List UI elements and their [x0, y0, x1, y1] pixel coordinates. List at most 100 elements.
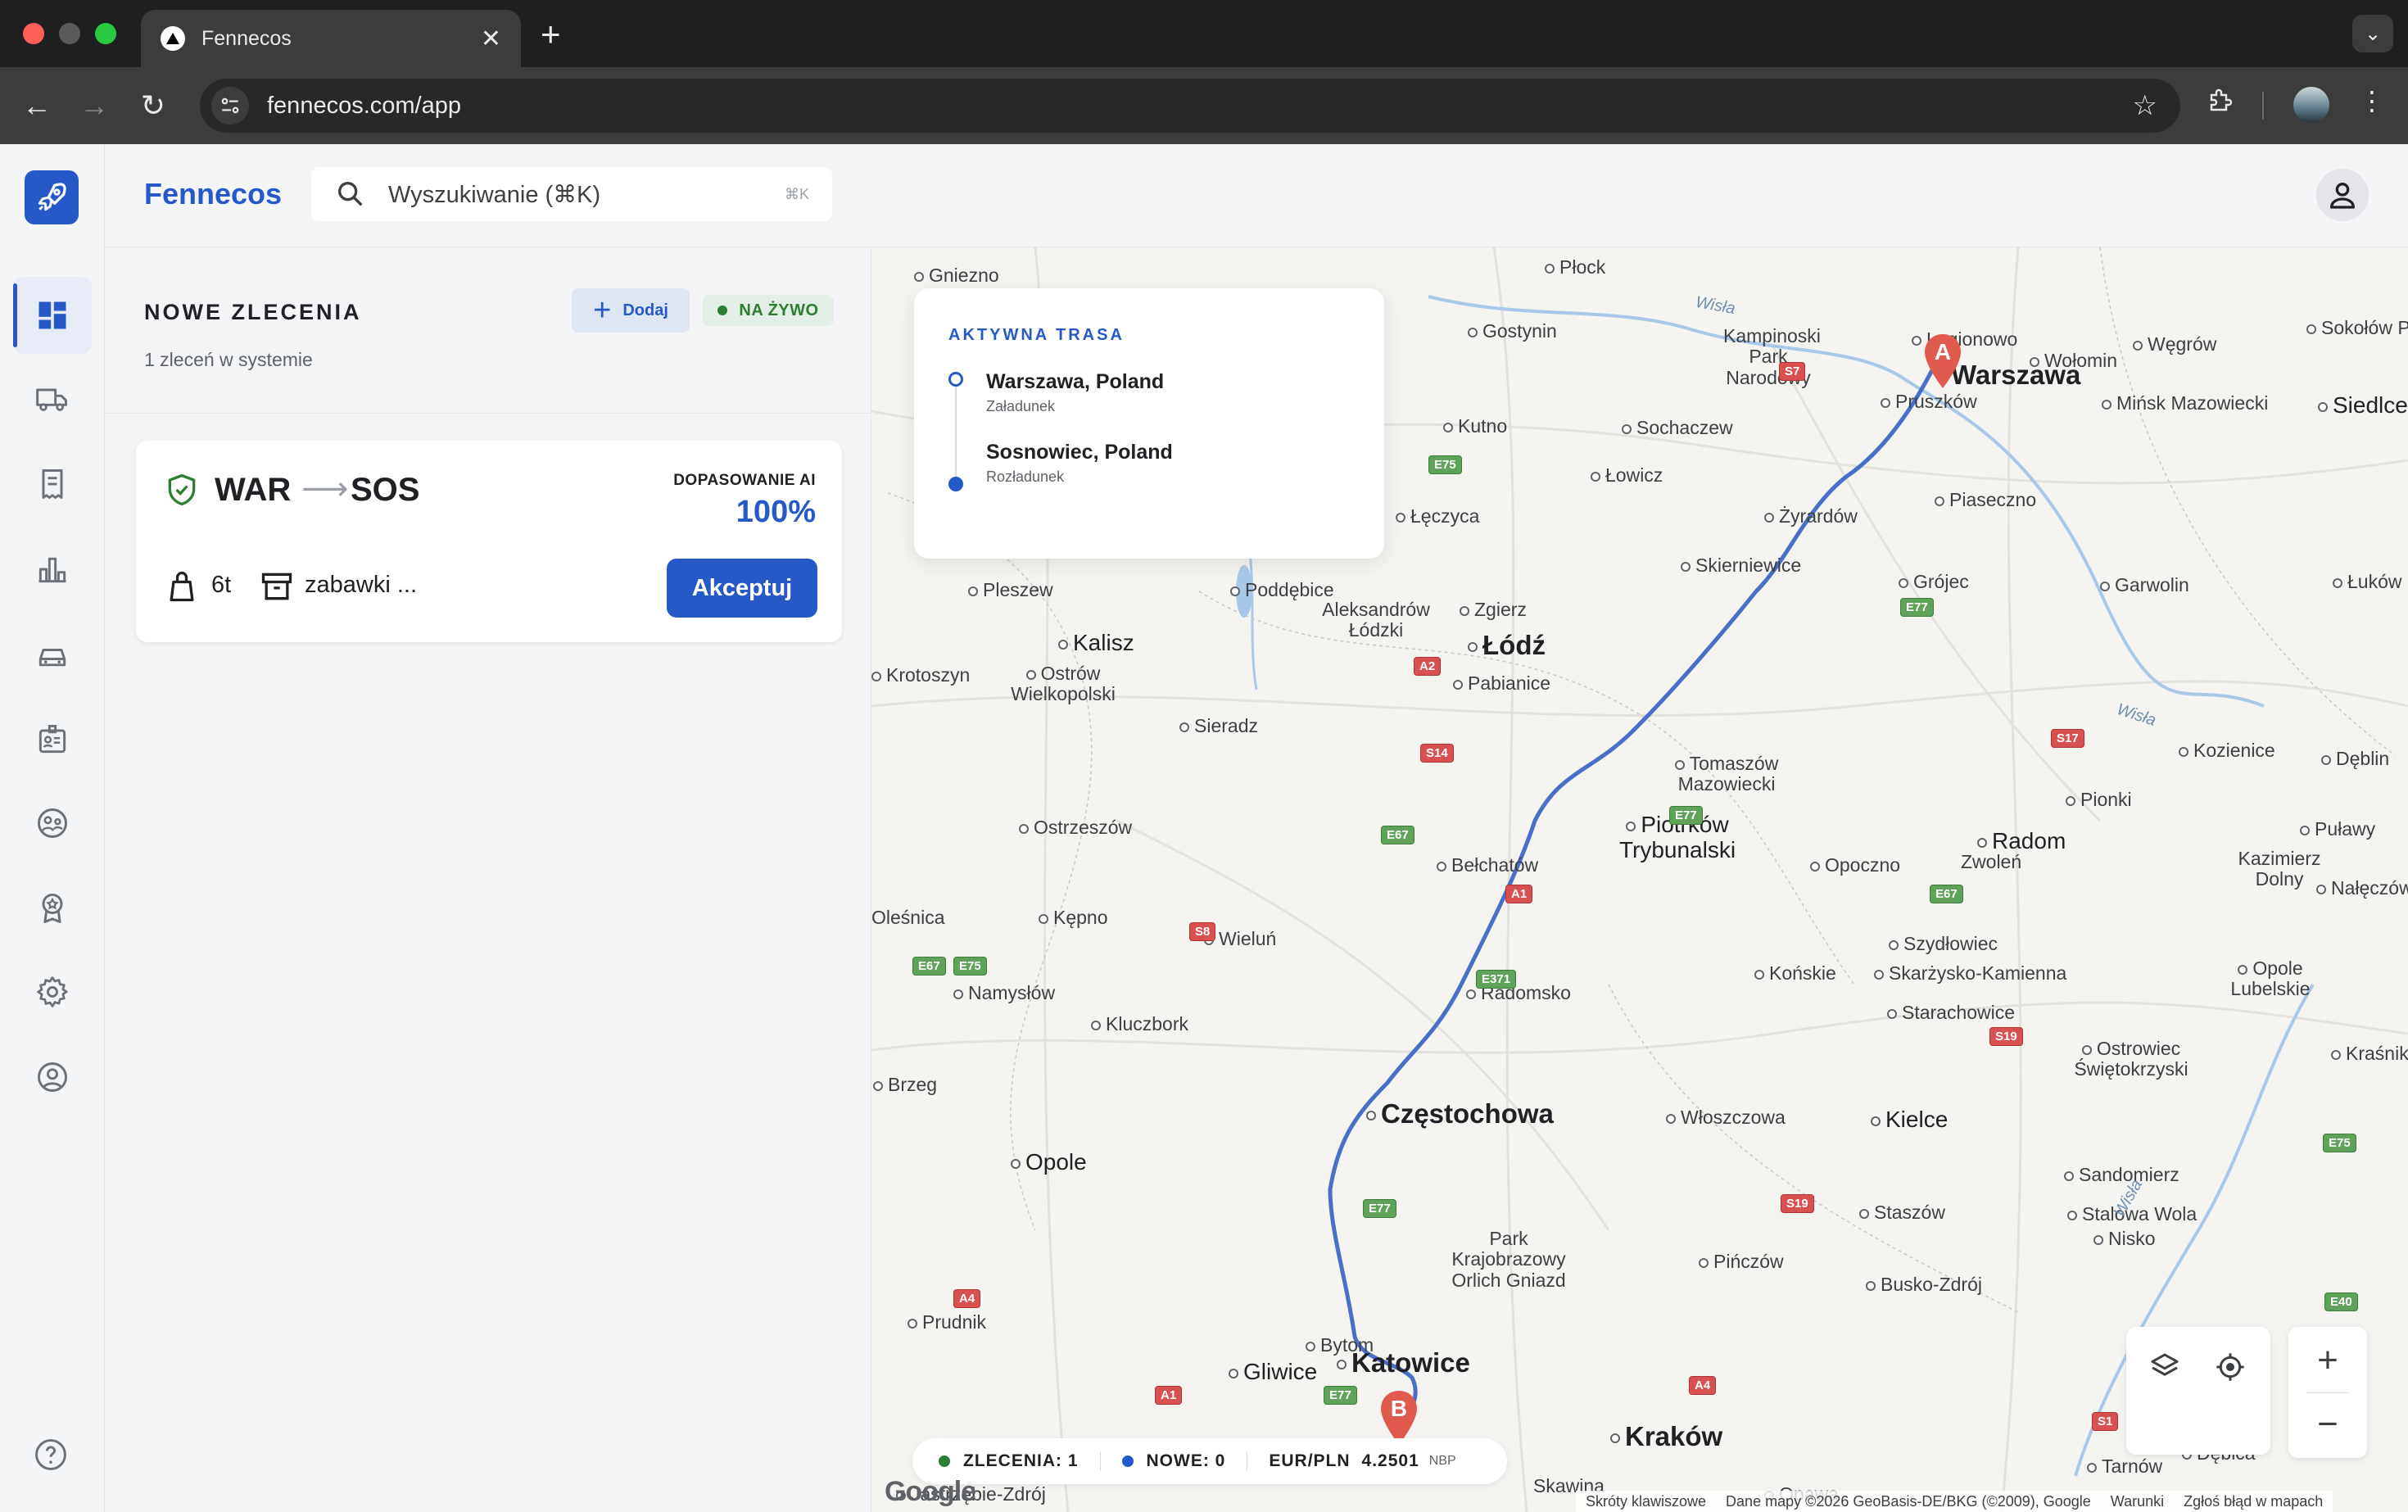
nav-clients[interactable]: [13, 785, 92, 862]
search-shortcut-hint: ⌘K: [784, 185, 809, 202]
terms-link[interactable]: Warunki: [2111, 1493, 2164, 1510]
road-shield: E75: [953, 957, 987, 976]
minimize-window-button[interactable]: [59, 23, 80, 44]
nav-documents[interactable]: [13, 446, 92, 523]
map-city-label: Sokołów Podlaski: [2306, 317, 2408, 338]
live-status-badge: NA ŻYWO: [703, 295, 834, 326]
reload-icon[interactable]: ↻: [133, 85, 174, 126]
layers-button[interactable]: [2136, 1338, 2193, 1396]
map-city-label: Prudnik: [908, 1311, 986, 1333]
road-shield: S7: [1779, 362, 1806, 381]
map-city-label: Końskie: [1754, 962, 1836, 984]
user-menu-button[interactable]: [2316, 169, 2369, 221]
url-text: fennecos.com/app: [267, 92, 461, 119]
map-city-label: Kępno: [1039, 907, 1108, 928]
zoom-divider: [2306, 1392, 2349, 1393]
destination-dot-icon: [948, 477, 963, 491]
origin-type: Załadunek: [986, 398, 1056, 414]
browser-profile-avatar[interactable]: [2293, 87, 2329, 123]
browser-menu-icon[interactable]: ⋮: [2359, 85, 2385, 116]
ai-match-label: DOPASOWANIE AI: [673, 472, 816, 489]
gear-icon: [37, 976, 68, 1007]
nav-vehicles[interactable]: [13, 616, 92, 693]
map-city-label: Kalisz: [1058, 630, 1134, 656]
app-root: Fennecos Wyszukiwanie (⌘K) ⌘K NOWE ZLECE…: [0, 144, 2408, 1512]
map-city-label: Mińsk Mazowiecki: [2102, 392, 2268, 414]
map-city-label: Kozienice: [2179, 740, 2275, 761]
route-map[interactable]: Gniezno Płock Gostynin Legionowo Wołomin Węgr…: [871, 247, 2408, 1512]
address-bar[interactable]: fennecos.com/app ☆: [200, 79, 2180, 133]
tab-search-chevron-icon[interactable]: ⌄: [2352, 15, 2393, 52]
nav-dashboard[interactable]: [13, 277, 92, 354]
site-settings-icon[interactable]: [211, 87, 249, 124]
live-label: NA ŻYWO: [739, 301, 819, 319]
search-icon: [338, 182, 363, 206]
help-button[interactable]: [33, 1437, 69, 1477]
rocket-logo-icon[interactable]: [25, 170, 79, 224]
nav-rewards[interactable]: [13, 870, 92, 947]
map-city-label: Węgrów: [2133, 333, 2216, 355]
origin-city: Warszawa, Poland: [986, 370, 1165, 393]
map-city-label: Starachowice: [1887, 1002, 2015, 1023]
map-city-label: Opole Lubelskie: [2221, 957, 2320, 1000]
keyboard-shortcuts-link[interactable]: Skróty klawiszowe: [1586, 1493, 1706, 1510]
new-dot-icon: [1121, 1455, 1134, 1467]
bookmark-star-icon[interactable]: ☆: [2133, 89, 2157, 122]
forward-arrow-icon[interactable]: →: [74, 85, 115, 126]
nav-transport[interactable]: [13, 360, 92, 437]
zoom-controls: + −: [2288, 1327, 2367, 1458]
locate-button[interactable]: [2202, 1338, 2259, 1396]
active-route-card: AKTYWNA TRASA Warszawa, Poland Załadunek…: [914, 288, 1384, 559]
map-city-label: Tarnów: [2087, 1455, 2162, 1477]
zoom-out-button[interactable]: −: [2299, 1396, 2356, 1453]
nav-settings[interactable]: [13, 953, 92, 1030]
map-city-label: Łęczyca: [1396, 505, 1479, 527]
brand-name[interactable]: Fennecos: [144, 177, 282, 211]
map-city-label: Kraśnik: [2331, 1043, 2408, 1064]
map-city-label: Opoczno: [1810, 854, 1900, 876]
order-card[interactable]: WAR ⟶ SOS DOPASOWANIE AI 100% 6t zabawki…: [136, 441, 842, 642]
add-order-button[interactable]: + Dodaj: [572, 288, 690, 333]
search-input[interactable]: Wyszukiwanie (⌘K) ⌘K: [311, 167, 832, 221]
accept-order-button[interactable]: Akceptuj: [667, 559, 817, 618]
new-tab-button[interactable]: +: [541, 15, 561, 54]
map-city-label: Ostrowiec Świętokrzyski: [2049, 1038, 2213, 1080]
extensions-icon[interactable]: [2207, 85, 2236, 121]
map-city-label: Staszów: [1859, 1202, 1945, 1223]
back-arrow-icon[interactable]: ←: [16, 85, 57, 126]
map-city-label: Łuków: [2333, 571, 2401, 592]
map-city-label: Skierniewice: [1681, 555, 1801, 576]
map-city-label: Garwolin: [2100, 574, 2189, 595]
panel-divider: [105, 413, 871, 414]
map-tools: [2126, 1327, 2270, 1455]
map-city-label: Kluczbork: [1091, 1013, 1188, 1034]
road-shield: E67: [1381, 826, 1414, 844]
zoom-in-button[interactable]: +: [2299, 1332, 2356, 1389]
report-error-link[interactable]: Zgłoś błąd w mapach: [2184, 1493, 2323, 1510]
tab-close-icon[interactable]: ✕: [481, 25, 501, 53]
road-shield: E75: [2323, 1134, 2356, 1152]
maximize-window-button[interactable]: [95, 23, 116, 44]
close-window-button[interactable]: [23, 23, 44, 44]
shield-check-icon: [168, 473, 196, 506]
status-bar: ZLECENIA: 1 NOWE: 0 EUR/PLN 4.2501 NBP: [912, 1438, 1507, 1484]
nav-analytics[interactable]: [13, 531, 92, 608]
road-shield: A1: [1155, 1386, 1183, 1405]
road-shield: S1: [2092, 1412, 2119, 1431]
origin-dot-icon: [948, 372, 963, 387]
nav-account[interactable]: [13, 1039, 92, 1116]
map-city-label: Kraków: [1610, 1421, 1722, 1451]
map-city-label: Pleszew: [968, 579, 1053, 600]
browser-tab[interactable]: Fennecos ✕: [141, 10, 521, 67]
browser-tab-bar: Fennecos ✕ + ⌄: [0, 0, 2408, 67]
road-shield: S14: [1420, 744, 1454, 763]
road-shield: E75: [1428, 455, 1462, 474]
status-divider: [1099, 1452, 1101, 1470]
map-city-label: Aleksandrów Łódzki: [1322, 599, 1430, 641]
map-city-label: Pruszków: [1881, 391, 1977, 412]
route-destination-code: SOS: [351, 472, 420, 508]
map-city-label: Łódź: [1468, 630, 1546, 660]
cargo-description: zabawki ...: [305, 572, 417, 598]
nav-drivers[interactable]: [13, 701, 92, 778]
map-city-label: Częstochowa: [1366, 1098, 1554, 1129]
